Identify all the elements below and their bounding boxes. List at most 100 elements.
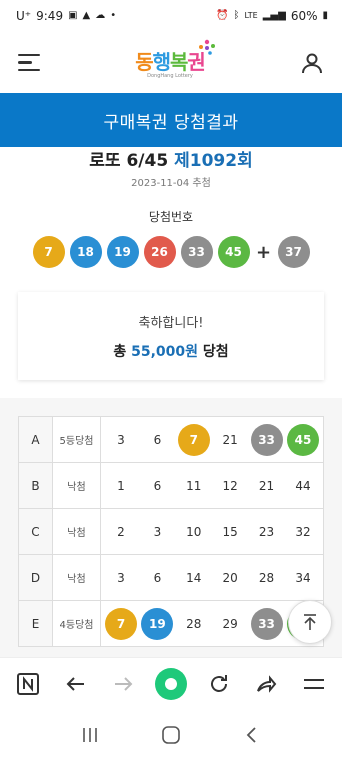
status-right: ⏰ ᛒ LTE ▂▄▆ 60% ▮ — [216, 9, 328, 23]
warning-icon: ▲ — [82, 10, 91, 21]
congrats-message: 축하합니다! — [138, 315, 204, 331]
system-back-icon[interactable] — [237, 720, 267, 750]
game-number: 3 — [153, 524, 162, 539]
forward-arrow-icon[interactable] — [105, 666, 141, 702]
logo-char-2: 행 — [152, 50, 171, 74]
game-result: 낙첨 — [52, 508, 101, 555]
game-number: 20 — [222, 570, 238, 585]
matched-number-ball: 19 — [141, 607, 174, 640]
game-numbers: 3 6 7 21 33 45 — [100, 416, 324, 463]
bonus-number-ball: 37 — [277, 236, 310, 268]
recent-apps-icon[interactable] — [75, 720, 105, 750]
game-number: 11 — [186, 478, 202, 493]
game-slot-label: E — [18, 600, 53, 647]
game-row: E4등당첨71928293345 — [18, 600, 324, 647]
lte-label: LTE — [244, 11, 258, 20]
purchased-games-table: A 5등당첨 3 6 7 21 33 45 B 낙첨 1 6 11 12 21 44 C 낙첨 2 3 10 15 23 32… — [18, 416, 324, 647]
refresh-icon[interactable] — [201, 666, 237, 702]
game-number: 32 — [295, 524, 311, 539]
game-number: 14 — [186, 570, 202, 585]
matched-number-ball: 7 — [177, 423, 210, 456]
game-slot-label: A — [18, 416, 53, 463]
game-number: 44 — [295, 478, 311, 493]
alarm-icon: ⏰ — [215, 10, 229, 21]
hamburger-menu-icon[interactable] — [18, 53, 40, 72]
game-numbers: 3 6 14 20 28 34 — [100, 554, 324, 601]
battery-icon: ▮ — [322, 10, 328, 21]
winning-number-ball: 26 — [143, 236, 176, 268]
prize-suffix: 당첨 — [202, 343, 229, 360]
matched-number-ball: 33 — [250, 607, 283, 640]
game-result: 5등당첨 — [52, 416, 101, 463]
matched-number-ball: 7 — [105, 607, 137, 640]
logo-char-3: 복 — [170, 50, 188, 74]
matched-number-ball: 45 — [286, 423, 319, 456]
signal-icon: ▂▄▆ — [262, 10, 286, 21]
system-navigation-bar — [0, 709, 342, 760]
game-number: 23 — [258, 524, 275, 539]
home-dot-icon[interactable] — [153, 666, 189, 702]
game-number: 3 — [117, 432, 125, 447]
bonus-plus-sign: + — [255, 241, 272, 263]
winning-number-ball: 7 — [32, 236, 65, 268]
prize-amount: 55,000원 — [131, 343, 199, 360]
game-result: 낙첨 — [52, 554, 101, 601]
scroll-to-top-button[interactable] — [288, 600, 332, 644]
status-left: U⁺ 9:49 ▣ ▲ ☁ • — [16, 9, 116, 23]
dot-icon: • — [110, 10, 117, 21]
winning-number-ball: 33 — [180, 236, 213, 268]
round-number: 제1092회 — [174, 151, 253, 171]
game-slot-label: B — [18, 462, 53, 509]
round-heading: 로또 6/45 제1092회 — [0, 146, 342, 171]
game-number: 29 — [222, 616, 238, 631]
game-number: 2 — [117, 524, 125, 539]
game-number: 6 — [153, 570, 162, 585]
game-numbers: 2 3 10 15 23 32 — [100, 508, 324, 555]
cloud-icon: ☁ — [95, 10, 106, 21]
congrats-card: 축하합니다! 총 55,000원 당첨 — [18, 292, 324, 380]
logo-subtitle: DongHang Lottery — [147, 73, 193, 79]
logo-char-1: 동 — [135, 50, 153, 74]
page-title-bar: 구매복권 당첨결과 — [0, 93, 342, 147]
app-header: 동행복권 DongHang Lottery — [0, 32, 342, 93]
game-number: 21 — [222, 432, 238, 447]
home-button-icon[interactable] — [156, 720, 186, 750]
game-result: 낙첨 — [52, 462, 101, 509]
draw-date: 2023-11-04 추첨 — [131, 178, 211, 189]
naver-icon[interactable] — [10, 666, 46, 702]
bluetooth-icon: ᛒ — [233, 10, 240, 21]
user-profile-icon[interactable] — [300, 51, 324, 75]
winning-numbers-label: 당첨번호 — [148, 210, 194, 224]
winning-number-ball: 45 — [217, 236, 250, 268]
winning-number-ball: 19 — [106, 236, 139, 268]
game-number: 34 — [295, 570, 311, 585]
game-number: 21 — [258, 478, 275, 493]
game-number: 12 — [222, 478, 238, 493]
game-number: 6 — [153, 432, 162, 447]
battery-label: 60% — [290, 9, 318, 23]
logo-burst-icon — [198, 39, 215, 55]
game-numbers: 1 6 11 12 21 44 — [100, 462, 324, 509]
game-row: D 낙첨 3 6 14 20 28 34 — [18, 554, 324, 601]
status-bar: U⁺ 9:49 ▣ ▲ ☁ • ⏰ ᛒ LTE ▂▄▆ 60% ▮ — [0, 0, 342, 32]
donghang-lottery-logo[interactable]: 동행복권 DongHang Lottery — [135, 39, 215, 79]
more-menu-icon[interactable] — [296, 666, 332, 702]
share-icon[interactable] — [248, 666, 284, 702]
matched-number-ball: 33 — [250, 423, 283, 456]
browser-toolbar — [0, 657, 342, 709]
game-row: B 낙첨 1 6 11 12 21 44 — [18, 462, 324, 509]
game-slot-label: C — [18, 508, 53, 555]
game-result: 4등당첨 — [52, 600, 101, 647]
prize-prefix: 총 — [113, 343, 127, 360]
page-title: 구매복권 당첨결과 — [103, 112, 239, 133]
game-number: 15 — [222, 524, 238, 539]
gallery-icon: ▣ — [68, 10, 78, 21]
winning-numbers: 7 18 19 26 33 45 +37 — [0, 236, 342, 268]
logo-text: 동행복권 — [135, 46, 206, 75]
clock: 9:49 — [36, 9, 64, 23]
carrier-label: U⁺ — [16, 9, 32, 23]
game-row: A 5등당첨 3 6 7 21 33 45 — [18, 416, 324, 463]
game-number: 28 — [258, 570, 275, 585]
back-arrow-icon[interactable] — [58, 666, 94, 702]
game-number: 10 — [186, 524, 202, 539]
